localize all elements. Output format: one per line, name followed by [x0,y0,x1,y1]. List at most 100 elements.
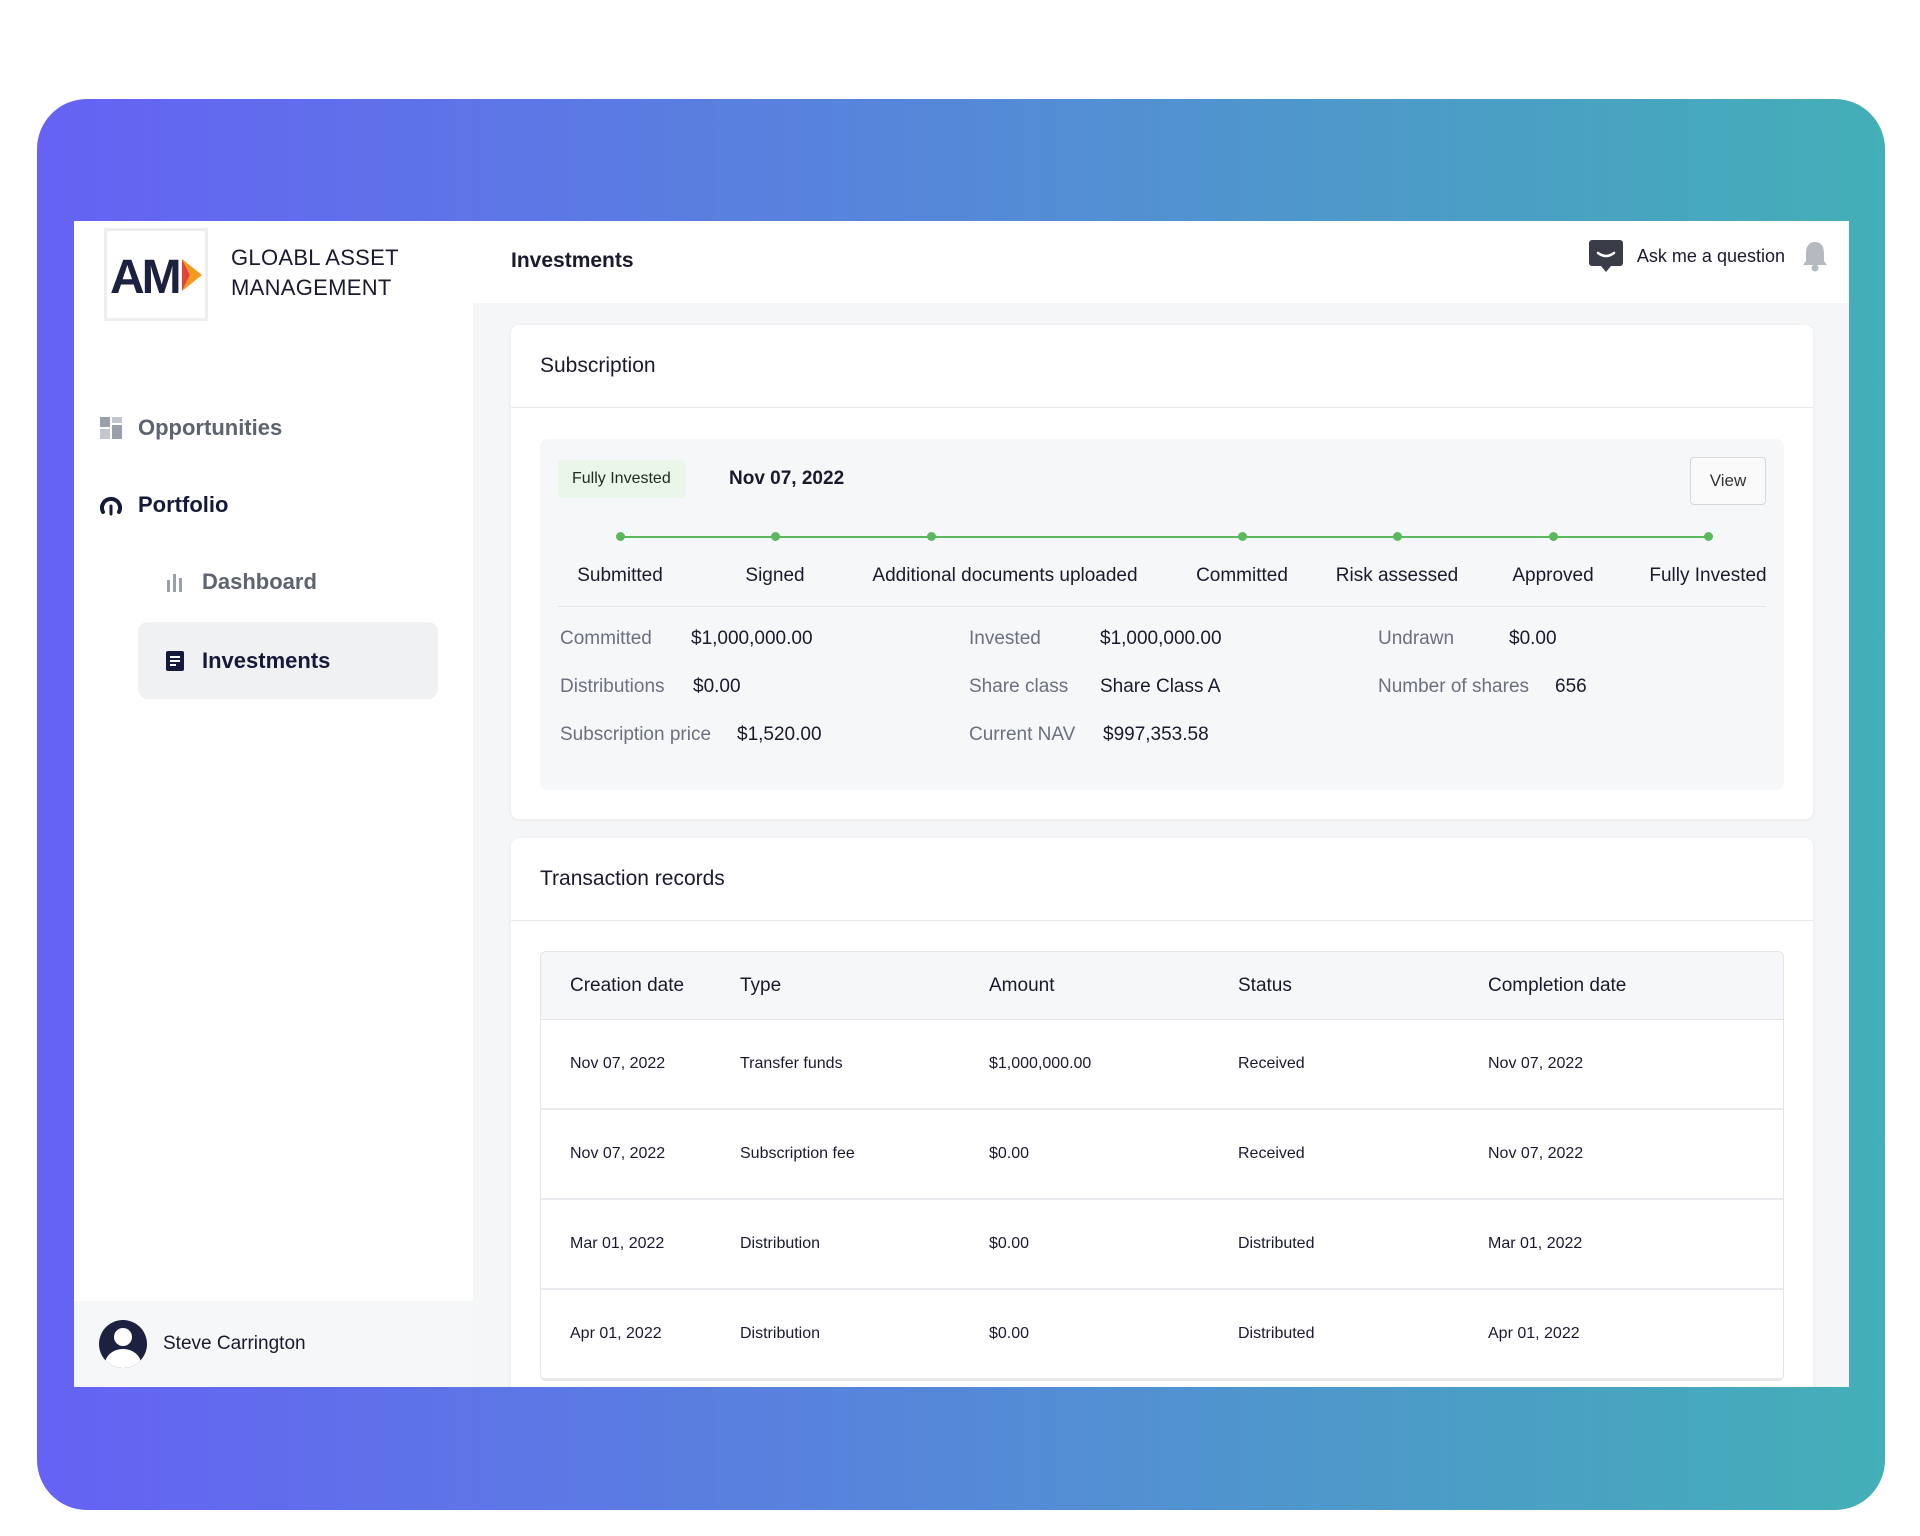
column-header-status[interactable]: Status [1238,975,1488,997]
field-label: Number of shares [1378,676,1530,697]
main-content: Investments Ask me a question Subscripti… [473,221,1849,1387]
subscription-title: Subscription [511,325,1813,408]
field-label: Invested [969,628,1041,649]
step-dot-committed [1238,532,1247,541]
cell-status: Received [1238,1145,1305,1162]
table-row[interactable]: Nov 07, 2022 Transfer funds $1,000,000.0… [541,1020,1783,1110]
column-header-amount[interactable]: Amount [989,975,1238,997]
subscription-card: Subscription Fully Invested Nov 07, 2022… [511,325,1813,819]
transaction-records-card: Transaction records Creation date Type A… [511,838,1813,1387]
bell-icon[interactable] [1801,240,1829,272]
company-logo[interactable]: AM [104,228,208,321]
step-dot-fully-invested [1704,532,1713,541]
step-dot-submitted [616,532,625,541]
cell-creation-date: Nov 07, 2022 [570,1055,666,1072]
sidebar: AM GLOABL ASSET MANAGEMENT Opportunities… [74,221,473,1387]
sidebar-item-investments[interactable]: Investments [138,622,438,699]
view-button[interactable]: View [1690,457,1766,505]
field-value: $1,520.00 [737,724,822,745]
status-badge: Fully Invested [558,460,685,498]
cell-amount: $0.00 [989,1325,1030,1342]
step-label-additional-documents: Additional documents uploaded [872,565,1138,586]
progress-line [620,536,1708,538]
user-name: Steve Carrington [163,1333,306,1354]
step-dot-risk-assessed [1393,532,1402,541]
sidebar-item-label: Opportunities [138,415,283,440]
field-value: $997,353.58 [1103,724,1209,745]
sidebar-item-portfolio[interactable]: Portfolio [100,492,228,518]
field-label: Distributions [560,676,665,697]
am-logo-icon: AM [110,253,202,297]
field-value: 656 [1555,676,1587,697]
column-header-completion-date[interactable]: Completion date [1488,975,1738,997]
cell-amount: $0.00 [989,1235,1030,1252]
cell-type: Distribution [740,1325,821,1342]
cell-type: Transfer funds [740,1055,843,1072]
company-name: GLOABL ASSET MANAGEMENT [231,243,399,303]
field-value: $0.00 [1509,628,1557,649]
sidebar-item-label: Dashboard [202,569,317,594]
step-label-fully-invested: Fully Invested [1649,565,1767,586]
field-distributions: Distributions $0.00 [560,676,741,698]
user-profile[interactable]: Steve Carrington [74,1301,473,1387]
step-label-submitted: Submitted [577,565,663,586]
cell-status: Received [1238,1055,1305,1072]
cell-completion-date: Nov 07, 2022 [1488,1055,1584,1072]
app-window: AM GLOABL ASSET MANAGEMENT Opportunities… [74,221,1849,1387]
cell-completion-date: Nov 07, 2022 [1488,1145,1584,1162]
cell-status: Distributed [1238,1325,1315,1342]
cell-creation-date: Nov 07, 2022 [570,1145,666,1162]
field-label: Current NAV [969,724,1076,745]
cell-amount: $0.00 [989,1145,1030,1162]
field-value: $1,000,000.00 [691,628,813,649]
table-row[interactable]: Nov 07, 2022 Subscription fee $0.00 Rece… [541,1110,1783,1200]
table-row[interactable]: Mar 01, 2022 Distribution $0.00 Distribu… [541,1200,1783,1290]
column-header-creation-date[interactable]: Creation date [541,975,740,997]
cell-creation-date: Apr 01, 2022 [570,1325,662,1342]
company-name-line2: MANAGEMENT [231,275,392,300]
field-value: $0.00 [693,676,741,697]
cell-completion-date: Apr 01, 2022 [1488,1325,1580,1342]
gauge-icon [100,494,122,516]
column-header-type[interactable]: Type [740,975,989,997]
table-row[interactable]: Apr 01, 2022 Distribution $0.00 Distribu… [541,1290,1783,1380]
step-dot-additional-documents [927,532,936,541]
step-label-approved: Approved [1512,565,1594,586]
top-bar: Investments Ask me a question [473,221,1849,303]
field-committed: Committed $1,000,000.00 [560,628,813,650]
bar-chart-icon [164,571,186,593]
field-share-class: Share class Share Class A [969,676,1220,698]
field-value: $1,000,000.00 [1100,628,1222,649]
page-title: Investments [511,249,634,272]
cell-type: Subscription fee [740,1145,855,1162]
field-invested: Invested $1,000,000.00 [969,628,1222,650]
sidebar-item-label: Investments [202,647,331,673]
company-name-line1: GLOABL ASSET [231,245,399,270]
cell-type: Distribution [740,1235,821,1252]
subscription-panel: Fully Invested Nov 07, 2022 View Submitt… [540,439,1784,790]
step-dot-signed [771,532,780,541]
grid-icon [100,417,122,439]
transaction-records-title: Transaction records [511,838,1813,921]
logo-letters: AM [110,253,179,297]
step-label-signed: Signed [745,565,805,586]
field-label: Undrawn [1378,628,1455,649]
cell-status: Distributed [1238,1235,1315,1252]
document-icon [164,650,186,672]
ask-question-label: Ask me a question [1636,245,1785,266]
chat-icon [1588,240,1623,272]
ask-question-button[interactable]: Ask me a question [1588,240,1785,272]
sidebar-item-opportunities[interactable]: Opportunities [100,415,282,441]
step-label-committed: Committed [1196,565,1288,586]
field-label: Committed [560,628,652,649]
field-current-nav: Current NAV $997,353.58 [969,724,1209,746]
subscription-date: Nov 07, 2022 [729,468,845,489]
field-value: Share Class A [1100,676,1221,697]
field-label: Share class [969,676,1069,697]
avatar [99,1320,147,1368]
field-label: Subscription price [560,724,712,745]
sidebar-item-label: Portfolio [138,492,229,517]
cell-completion-date: Mar 01, 2022 [1488,1235,1583,1252]
sidebar-item-dashboard[interactable]: Dashboard [164,569,317,595]
field-number-of-shares: Number of shares 656 [1378,676,1587,698]
